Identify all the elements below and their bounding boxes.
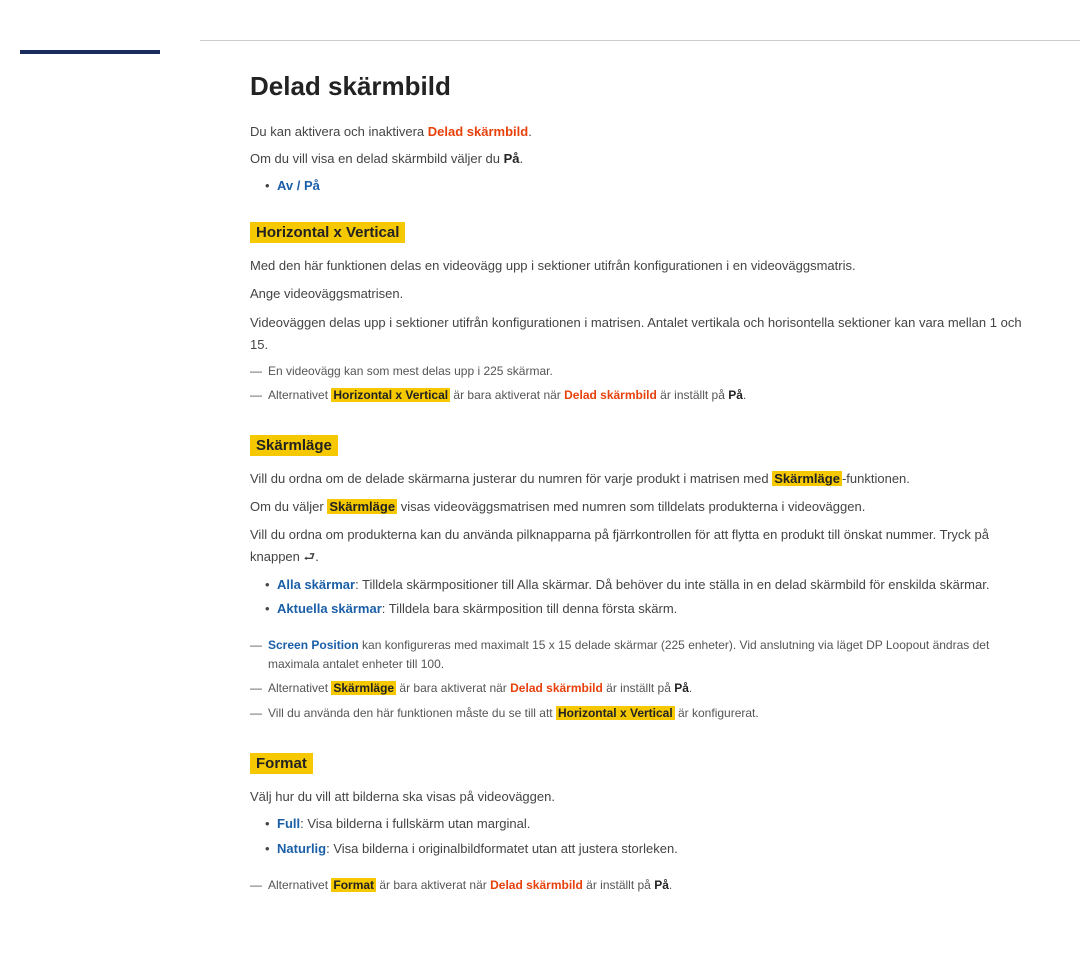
bullet-naturlig: Naturlig: Visa bilderna i originalbildfo… [265,839,1030,860]
aktuella-skärmar-label: Aktuella skärmar [277,601,382,616]
naturlig-label: Naturlig [277,841,326,856]
horizontal-para-3: Videoväggen delas upp i sektioner utifrå… [250,312,1030,356]
horizontal-para-2: Ange videoväggsmatrisen. [250,283,1030,305]
note2-highlight2: Delad skärmbild [564,388,657,402]
skarmläge-note3-hv: Horizontal x Vertical [556,706,675,720]
bullet-full: Full: Visa bilderna i fullskärm utan mar… [265,814,1030,835]
screen-pos-label: Screen Position [268,638,359,652]
section-heading-horizontal: Horizontal x Vertical [250,212,1030,255]
heading-skarmläge: Skärmläge [250,435,338,456]
note2-pa: På [728,388,743,402]
page-title: Delad skärmbild [250,71,1030,102]
intro-line-1: Du kan aktivera och inaktivera Delad skä… [250,122,1030,143]
skarmläge-note2-h1: Skärmläge [331,681,396,695]
skarmläge-bold-1: Skärmläge [772,471,842,486]
section-skarmläge: Skärmläge Vill du ordna om de delade skä… [250,425,1030,723]
skarmläge-note-3: Vill du använda den här funktionen måste… [250,704,1030,723]
section-format: Format Välj hur du vill att bilderna ska… [250,743,1030,895]
note2-highlight1: Horizontal x Vertical [331,388,450,402]
full-label: Full [277,816,300,831]
bullet-aktuella-skärmar: Aktuella skärmar: Tilldela bara skärmpos… [265,599,1030,620]
sidebar [0,0,200,955]
intro-line-2: Om du vill visa en delad skärmbild välje… [250,149,1030,170]
page-container: Delad skärmbild Du kan aktivera och inak… [0,0,1080,955]
format-note-1: Alternativet Format är bara aktiverat nä… [250,876,1030,895]
horizontal-para-1: Med den här funktionen delas en videoväg… [250,255,1030,277]
skarmläge-note2-pa: På [674,681,689,695]
skarmläge-bold-2: Skärmläge [327,499,397,514]
horizontal-note-1: En videovägg kan som mest delas upp i 22… [250,362,1030,381]
section-heading-format: Format [250,743,1030,786]
horizontal-note-2: Alternativet Horizontal x Vertical är ba… [250,386,1030,405]
format-intro: Välj hur du vill att bilderna ska visas … [250,786,1030,808]
skarmläge-note-1: Screen Position kan konfigureras med max… [250,636,1030,674]
skarmläge-note2-h2: Delad skärmbild [510,681,603,695]
skarmläge-para-2: Om du väljer Skärmläge visas videoväggsm… [250,496,1030,518]
heading-horizontal: Horizontal x Vertical [250,222,405,243]
content-area: Delad skärmbild Du kan aktivera och inak… [200,40,1080,955]
format-note-h1: Format [331,878,376,892]
heading-format: Format [250,753,313,774]
alla-skärmar-label: Alla skärmar [277,577,355,592]
av-pa-text: Av / På [277,178,320,193]
skarmläge-para-1: Vill du ordna om de delade skärmarna jus… [250,468,1030,490]
skarmläge-bullet-list: Alla skärmar: Tilldela skärmpositioner t… [250,575,1030,621]
format-note-h2: Delad skärmbild [490,878,583,892]
intro-pa: På [504,151,520,166]
format-bullet-list: Full: Visa bilderna i fullskärm utan mar… [250,814,1030,860]
section-horizontal: Horizontal x Vertical Med den här funkti… [250,212,1030,405]
skarmläge-note-2: Alternativet Skärmläge är bara aktiverat… [250,679,1030,698]
intro-bullet-list: Av / På [250,176,1030,197]
format-note-pa: På [654,878,669,892]
intro-highlight-1: Delad skärmbild [428,124,528,139]
sidebar-accent [20,50,160,54]
bullet-alla-skärmar: Alla skärmar: Tilldela skärmpositioner t… [265,575,1030,596]
section-heading-skarmläge: Skärmläge [250,425,1030,468]
bullet-av-pa: Av / På [265,176,1030,197]
skarmläge-para-3: Vill du ordna om produkterna kan du anvä… [250,524,1030,568]
